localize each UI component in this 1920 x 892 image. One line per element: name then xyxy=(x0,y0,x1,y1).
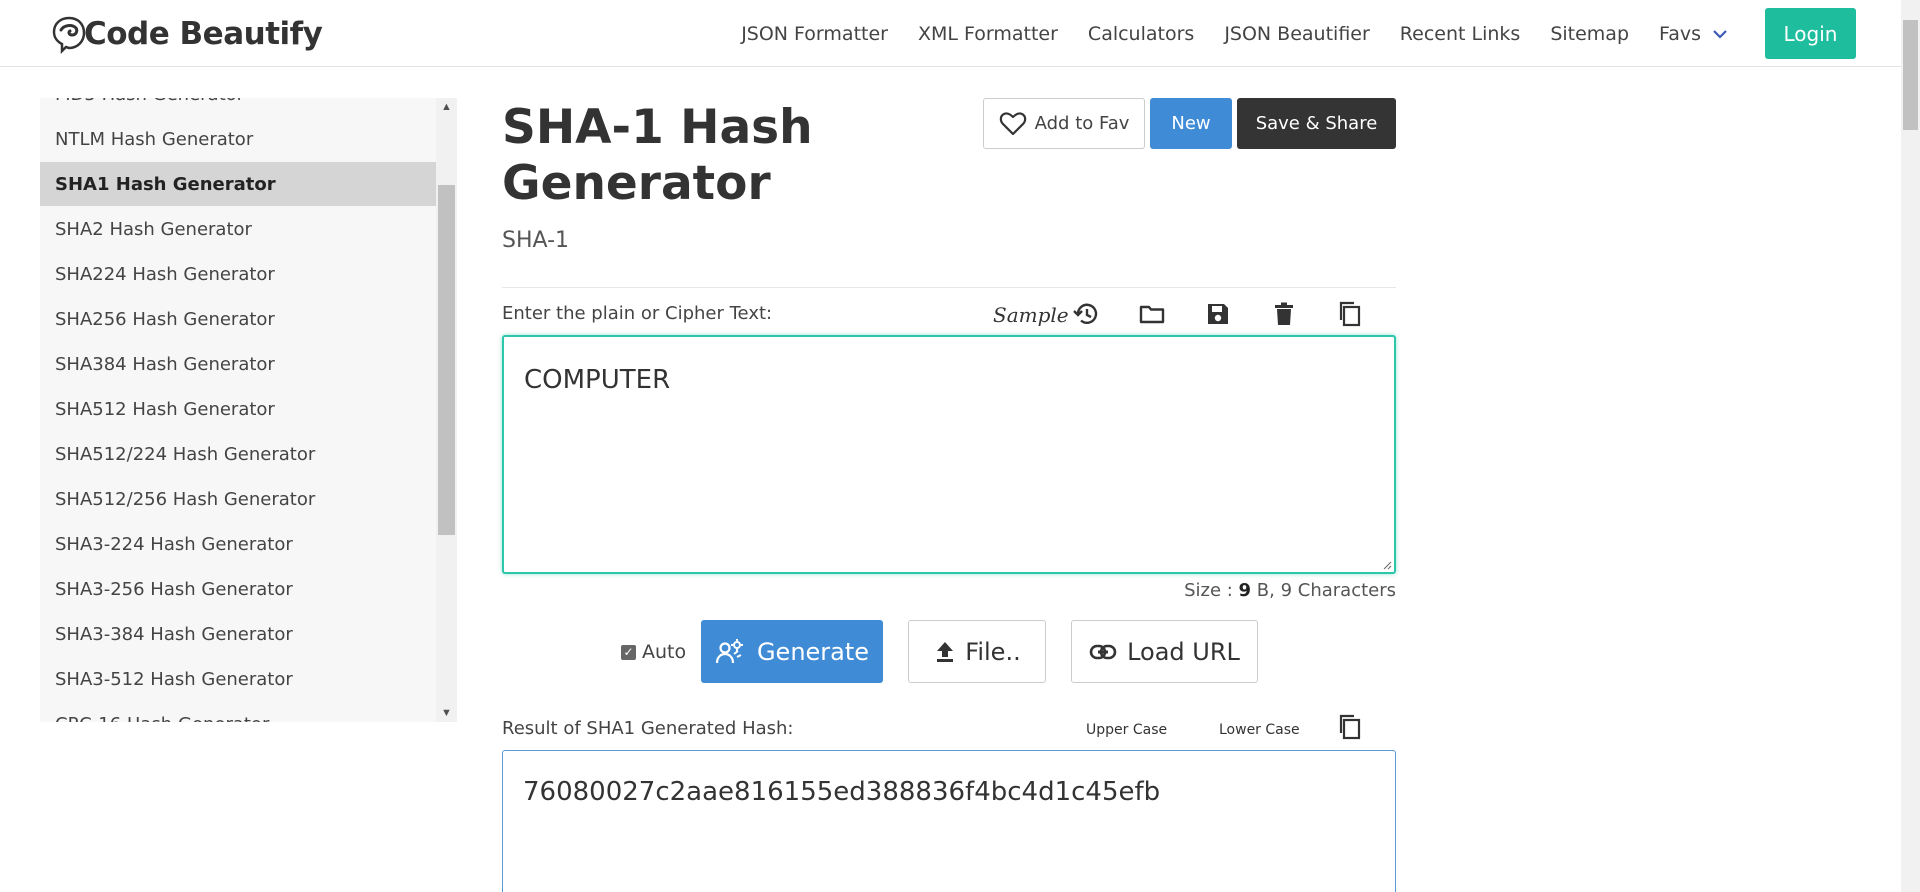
sidebar-scrollbar-thumb[interactable] xyxy=(438,185,455,535)
size-info: Size : 9 B, 9 Characters xyxy=(1184,580,1396,601)
login-button[interactable]: Login xyxy=(1765,8,1856,59)
add-to-fav-label: Add to Fav xyxy=(1034,113,1130,134)
nav-calculators[interactable]: Calculators xyxy=(1088,23,1194,45)
sidebar-item[interactable]: SHA512/256 Hash Generator xyxy=(40,477,436,521)
size-suffix: B, 9 Characters xyxy=(1251,580,1396,601)
generate-label: Generate xyxy=(756,637,870,666)
copy-icon[interactable] xyxy=(1336,300,1364,328)
sidebar-item[interactable]: SHA512/224 Hash Generator xyxy=(40,432,436,476)
sidebar-item[interactable]: SHA3-224 Hash Generator xyxy=(40,522,436,566)
sidebar-item[interactable]: SHA224 Hash Generator xyxy=(40,252,436,296)
upload-icon xyxy=(937,641,954,662)
file-label: File.. xyxy=(965,637,1021,666)
auto-checkbox[interactable]: ✓ Auto xyxy=(621,641,686,663)
site-logo[interactable]: Code Beautify xyxy=(50,14,323,54)
logo-icon xyxy=(52,16,86,54)
sidebar-item[interactable]: MD5 Hash Generator xyxy=(40,98,436,116)
heart-icon xyxy=(999,111,1026,135)
page-title: SHA-1 Hash Generator xyxy=(502,100,813,211)
folder-icon[interactable] xyxy=(1138,300,1166,328)
sidebar: MD5 Hash GeneratorNTLM Hash GeneratorSHA… xyxy=(40,98,457,722)
upper-case-button[interactable]: Upper Case xyxy=(1086,722,1167,738)
auto-label: Auto xyxy=(642,641,687,663)
nav-recent-links[interactable]: Recent Links xyxy=(1400,23,1521,45)
size-bytes: 9 xyxy=(1238,580,1252,601)
scroll-up-arrow[interactable]: ▲ xyxy=(436,98,457,116)
logo-text: Code Beautify xyxy=(84,16,323,52)
plain-text-input[interactable]: COMPUTER xyxy=(502,335,1396,574)
sidebar-item[interactable]: SHA3-256 Hash Generator xyxy=(40,567,436,611)
sidebar-item[interactable]: SHA384 Hash Generator xyxy=(40,342,436,386)
trash-icon[interactable] xyxy=(1270,300,1298,328)
sidebar-item[interactable]: CRC-16 Hash Generator xyxy=(40,702,436,723)
sidebar-item[interactable]: SHA3-384 Hash Generator xyxy=(40,612,436,656)
input-value: COMPUTER xyxy=(524,365,671,395)
nav-json-formatter[interactable]: JSON Formatter xyxy=(741,23,888,45)
copy-result-icon[interactable] xyxy=(1336,713,1364,741)
sidebar-item[interactable]: SHA1 Hash Generator xyxy=(40,162,436,206)
lower-case-button[interactable]: Lower Case xyxy=(1219,722,1300,738)
sidebar-item[interactable]: SHA3-512 Hash Generator xyxy=(40,657,436,701)
nav-json-beautifier[interactable]: JSON Beautifier xyxy=(1224,23,1369,45)
nav-favs-dropdown[interactable]: Favs xyxy=(1659,23,1729,45)
scroll-down-arrow[interactable]: ▼ xyxy=(436,704,457,722)
nav-xml-formatter[interactable]: XML Formatter xyxy=(918,23,1058,45)
sidebar-item[interactable]: SHA512 Hash Generator xyxy=(40,387,436,431)
load-url-label: Load URL xyxy=(1127,637,1240,666)
result-value: 76080027c2aae816155ed388836f4bc4d1c45efb xyxy=(523,777,1161,807)
page-scrollbar-thumb[interactable] xyxy=(1903,20,1918,130)
checkbox-checked-icon: ✓ xyxy=(621,644,636,660)
file-upload-button[interactable]: File.. xyxy=(908,620,1046,683)
generate-icon xyxy=(715,638,743,663)
favs-label: Favs xyxy=(1659,22,1701,45)
sidebar-item[interactable]: NTLM Hash Generator xyxy=(40,117,436,161)
divider xyxy=(502,287,1396,288)
sidebar-item[interactable]: SHA2 Hash Generator xyxy=(40,207,436,251)
result-output[interactable]: 76080027c2aae816155ed388836f4bc4d1c45efb xyxy=(502,750,1396,892)
resize-handle-icon[interactable] xyxy=(1382,560,1392,570)
generate-button[interactable]: Generate xyxy=(701,620,883,683)
new-button[interactable]: New xyxy=(1150,98,1232,149)
chevron-down-icon xyxy=(1713,29,1727,39)
sidebar-item[interactable]: SHA256 Hash Generator xyxy=(40,297,436,341)
link-icon xyxy=(1089,644,1117,659)
save-share-button[interactable]: Save & Share xyxy=(1237,98,1396,149)
save-icon[interactable] xyxy=(1204,300,1232,328)
site-header: Code Beautify JSON Formatter XML Formatt… xyxy=(0,0,1901,67)
add-to-fav-button[interactable]: Add to Fav xyxy=(983,98,1145,149)
page-subtitle: SHA-1 xyxy=(502,228,570,253)
sample-link[interactable]: Sample xyxy=(993,303,1069,327)
load-url-button[interactable]: Load URL xyxy=(1071,620,1258,683)
top-nav: JSON Formatter XML Formatter Calculators… xyxy=(711,0,1901,67)
page-scrollbar[interactable] xyxy=(1901,0,1920,892)
size-prefix: Size : xyxy=(1184,580,1239,601)
history-icon[interactable] xyxy=(1072,300,1100,328)
nav-sitemap[interactable]: Sitemap xyxy=(1550,23,1629,45)
input-label: Enter the plain or Cipher Text: xyxy=(502,303,773,324)
result-label: Result of SHA1 Generated Hash: xyxy=(502,718,794,739)
